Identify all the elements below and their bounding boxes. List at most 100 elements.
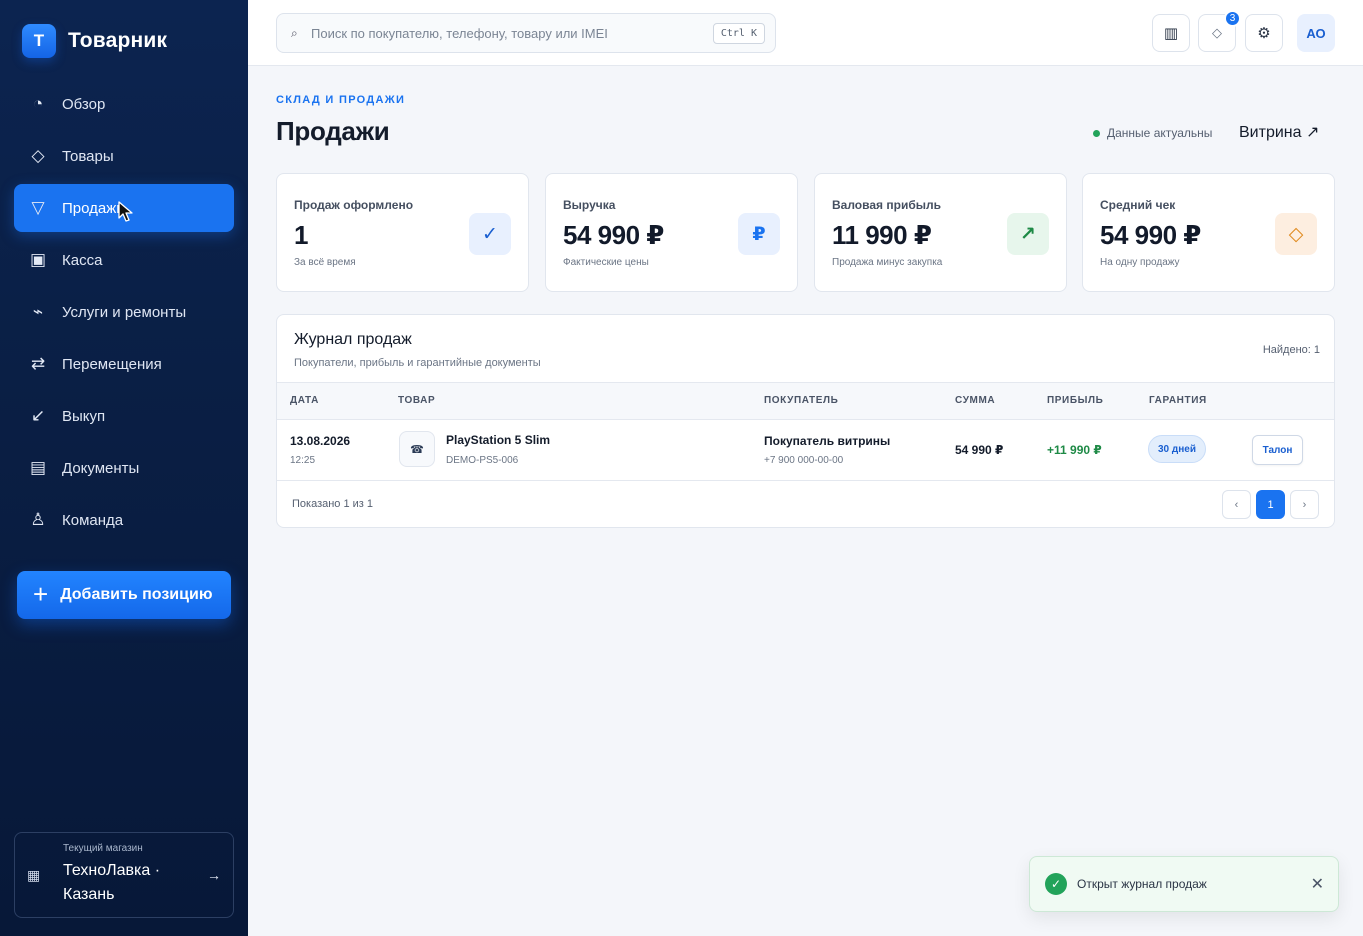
journal-title: Журнал продаж [294, 331, 412, 348]
ruble-icon: ₽ [738, 213, 780, 255]
shortcut-hint: Ctrl K [712, 22, 765, 44]
sidebar-item-1[interactable]: ◇ Товары [14, 132, 234, 180]
buyer-name: Покупатель витрины [764, 434, 891, 448]
team-user-icon: ♙ [30, 510, 46, 529]
next-page-button[interactable]: › [1290, 490, 1319, 519]
showcase-link[interactable]: Витрина ↗ [1239, 122, 1319, 142]
cash-register-icon: ▥ [1163, 25, 1179, 42]
pie-chart-icon: ◔ [32, 94, 44, 113]
toast-text: Открыт журнал продаж [1077, 877, 1207, 891]
sidebar-item-6[interactable]: ↙ Выкуп [14, 392, 234, 440]
product-name[interactable]: PlayStation 5 Slim [446, 433, 550, 447]
diamond-icon: ◇ [31, 146, 45, 165]
check-icon: ✓ [469, 213, 511, 255]
page-title: Продажи [276, 116, 390, 146]
sidebar-nav: ◔ Обзор ◇ Товары ▽ Продажи ▣ Касса ⌁ Услуги и рем… [14, 80, 234, 548]
documents-icon: ▤ [29, 458, 47, 477]
sale-date: 13.08.2026 [290, 434, 351, 448]
sidebar-item-label: Команда [62, 511, 124, 529]
sidebar-item-label: Перемещения [62, 355, 162, 373]
stat-label: Выручка [563, 198, 616, 212]
warranty-talon-button[interactable]: Талон [1252, 435, 1303, 465]
notifications-button[interactable]: ◇ 3 [1198, 10, 1241, 52]
stat-caption: За всё время [294, 257, 356, 268]
search-box[interactable]: ⌕ Ctrl K [276, 13, 776, 53]
close-icon[interactable]: ✕ [1311, 874, 1324, 894]
col-profit[interactable]: ПРИБЫЛЬ [1047, 395, 1103, 406]
search-icon: ⌕ [291, 25, 298, 40]
buyer-phone: +7 900 000-00-00 [764, 455, 844, 466]
cash-register-icon: ▣ [29, 250, 47, 269]
pagination-summary: Показано 1 из 1 [292, 498, 374, 510]
col-warranty[interactable]: ГАРАНТИЯ [1149, 395, 1207, 406]
brand[interactable]: Т Товарник [22, 24, 167, 58]
prev-page-button[interactable]: ‹ [1222, 490, 1251, 519]
phone-icon: ☎ [399, 431, 435, 467]
stat-label: Средний чек [1100, 198, 1176, 212]
col-buyer[interactable]: ПОКУПАТЕЛЬ [764, 395, 838, 406]
table-header: ДАТА ТОВАР ПОКУПАТЕЛЬ СУММА ПРИБЫЛЬ ГАРА… [277, 382, 1334, 420]
sale-profit: +11 990 ₽ [1047, 443, 1102, 457]
table-row[interactable]: 13.08.2026 12:25 ☎ PlayStation 5 Slim DE… [277, 420, 1334, 481]
add-position-button[interactable]: + Добавить позицию [17, 571, 231, 619]
breadcrumb: СКЛАД И ПРОДАЖИ [276, 94, 406, 106]
sidebar-item-label: Документы [62, 459, 140, 477]
sidebar-item-8[interactable]: ♙ Команда [14, 496, 234, 544]
buyback-arrow-icon: ↙ [30, 406, 46, 425]
check-circle-icon: ✓ [1045, 873, 1067, 895]
sidebar-item-7[interactable]: ▤ Документы [14, 444, 234, 492]
funnel-icon: ▽ [31, 198, 45, 217]
trend-up-icon: ↗ [1007, 213, 1049, 255]
col-amount[interactable]: СУММА [955, 395, 995, 406]
sidebar-item-3[interactable]: ▣ Касса [14, 236, 234, 284]
col-product[interactable]: ТОВАР [398, 395, 435, 406]
stat-card: Выручка 54 990 ₽ Фактические цены ₽ [545, 173, 798, 292]
found-count: Найдено: 1 [1262, 344, 1320, 356]
status-text: Данные актуальны [1107, 126, 1213, 140]
diamond-icon: ◇ [1212, 25, 1222, 40]
stat-caption: Фактические цены [563, 257, 649, 268]
sidebar-item-label: Обзор [62, 95, 106, 113]
toast-notification: ✓ Открыт журнал продаж ✕ [1029, 856, 1339, 912]
search-input[interactable] [311, 25, 713, 41]
journal-subtitle: Покупатели, прибыль и гарантийные докуме… [294, 357, 541, 369]
sidebar-item-label: Товары [62, 147, 114, 165]
sidebar-item-0[interactable]: ◔ Обзор [14, 80, 234, 128]
store-name: ТехноЛавка · Казань [63, 862, 161, 903]
sidebar-item-label: Услуги и ремонты [62, 303, 187, 321]
warranty-badge: 30 дней [1148, 435, 1206, 463]
sidebar: Т Товарник ◔ Обзор ◇ Товары ▽ Продажи ▣ Касса ⌁ У… [0, 0, 248, 936]
store-label: Текущий магазин [63, 843, 143, 854]
notification-badge: 3 [1224, 10, 1241, 27]
stat-label: Продаж оформлено [294, 198, 414, 212]
sidebar-item-4[interactable]: ⌁ Услуги и ремонты [14, 288, 234, 336]
product-sku: DEMO-PS5-006 [446, 455, 519, 466]
data-status: Данные актуальны [1093, 126, 1212, 140]
cash-register-button[interactable]: ▥ [1152, 14, 1190, 52]
diamond-icon: ◇ [1275, 213, 1317, 255]
brand-name: Товарник [68, 29, 168, 52]
stat-card: Валовая прибыль 11 990 ₽ Продажа минус зак… [814, 173, 1067, 292]
user-avatar[interactable]: АО [1297, 14, 1335, 52]
transfer-arrows-icon: ⇄ [30, 354, 46, 373]
page-1-button[interactable]: 1 [1256, 490, 1285, 519]
sidebar-item-label: Продажи [62, 199, 125, 217]
mouse-cursor-icon [118, 201, 133, 222]
add-position-label: Добавить позицию [60, 586, 213, 603]
gear-icon: ⚙ [1257, 25, 1271, 42]
sidebar-item-label: Выкуп [62, 407, 106, 425]
sale-time: 12:25 [290, 455, 316, 466]
stat-card: Средний чек 54 990 ₽ На одну продажу ◇ [1082, 173, 1335, 292]
sale-amount: 54 990 ₽ [955, 443, 1004, 457]
arrow-right-icon: → [207, 867, 221, 883]
stat-card: Продаж оформлено 1 За всё время ✓ [276, 173, 529, 292]
sidebar-item-5[interactable]: ⇄ Перемещения [14, 340, 234, 388]
wrench-icon: ⌁ [32, 302, 44, 321]
stat-label: Валовая прибыль [832, 198, 941, 212]
status-dot [1093, 129, 1100, 137]
building-icon: ▦ [27, 866, 41, 883]
stat-caption: На одну продажу [1100, 257, 1180, 268]
settings-button[interactable]: ⚙ [1245, 14, 1283, 52]
current-store-selector[interactable]: ▦ Текущий магазин ТехноЛавка · Казань → [14, 832, 234, 918]
col-date[interactable]: ДАТА [290, 395, 319, 406]
